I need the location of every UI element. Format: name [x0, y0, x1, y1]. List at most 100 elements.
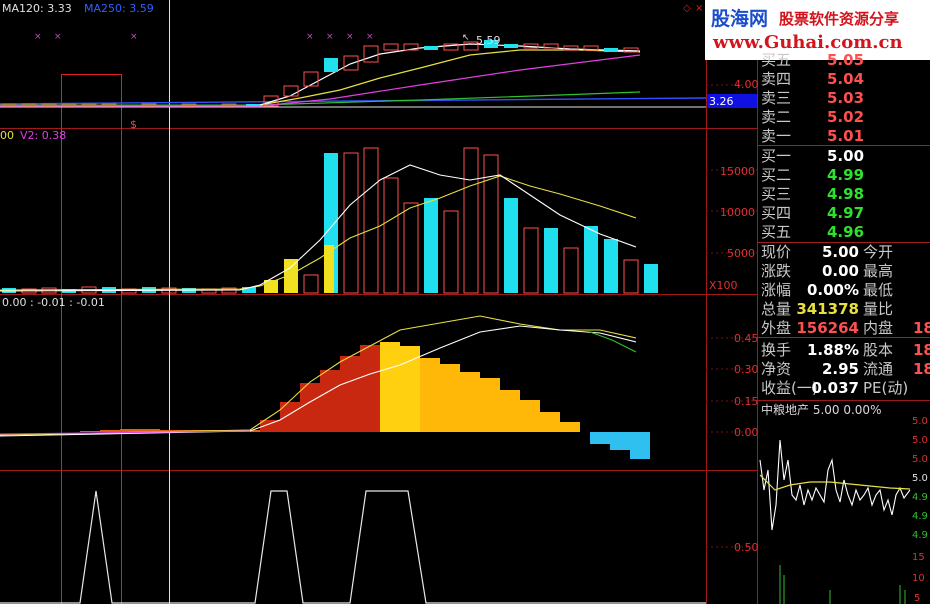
quote-value: 0.00% — [806, 281, 859, 299]
oscillator-bar — [520, 400, 540, 432]
oscillator-bar — [120, 429, 140, 432]
oscillator-panel: 0.00 : -0.01 : -0.01 0.45 0.30 0.15 0.00 — [0, 296, 759, 459]
quote-value: 5.00 — [821, 243, 859, 261]
vol-tick-3: 5000 — [727, 247, 755, 260]
oscillator-bar — [400, 346, 420, 432]
signal-tick-1: 0.50 — [734, 541, 759, 554]
mini-chart-title: 中粮地产 5.00 0.00% — [761, 403, 882, 417]
volume-bar — [563, 247, 579, 294]
volume-bar — [584, 226, 598, 293]
buy-order-price: 4.99 — [827, 166, 865, 184]
osc-tick-3: 0.15 — [734, 395, 759, 408]
buy-order-price: 5.00 — [827, 147, 865, 165]
sell-order-price: 5.04 — [827, 70, 865, 88]
candle — [363, 45, 379, 63]
oscillator-bar — [440, 364, 460, 432]
osc-tick-4: 0.00 — [734, 426, 759, 439]
sell-order-price: 5.02 — [827, 108, 865, 126]
buy-order-row[interactable]: 买二 4.99 — [757, 165, 930, 185]
vol-tick-2: 10000 — [720, 206, 755, 219]
quote-sidebar: 买五 5.05 卖四 5.04 卖三 5.03 卖二 5.02 卖一 5.01 买一 5.00 买二 4… — [757, 48, 930, 604]
oscillator-bar — [560, 422, 580, 432]
oscillator-bar — [540, 412, 560, 432]
candle — [383, 43, 399, 51]
current-price-tag-text: 3.26 — [709, 95, 734, 108]
sell-order-price: 5.03 — [827, 89, 865, 107]
oscillator-bar-negative — [610, 432, 630, 450]
sell-order-row[interactable]: 卖二 5.02 — [757, 107, 930, 127]
sell-order-price: 5.05 — [827, 51, 865, 69]
ma120-legend: MA120: 3.33 — [2, 2, 72, 15]
quote-value: 156264 — [796, 319, 859, 337]
buy-order-row[interactable]: 买五 4.96 — [757, 222, 930, 242]
candle — [343, 55, 359, 71]
oscillator-bar — [320, 370, 340, 432]
buy-order-price: 4.97 — [827, 204, 865, 222]
quote-row: 换手 1.88% 股本 18 — [757, 340, 930, 360]
svg-text:×: × — [346, 32, 354, 42]
oscillator-bar — [420, 358, 440, 432]
brand-title: 股海网 — [711, 8, 769, 30]
volume-bar — [504, 198, 518, 293]
volume-bar — [523, 227, 539, 294]
sell-order-row[interactable]: 卖四 5.04 — [757, 69, 930, 89]
svg-text:$: $ — [130, 118, 137, 131]
quote-row: 外盘 156264 内盘 18 — [757, 318, 930, 338]
volume-bar — [604, 239, 618, 293]
quote-label: 现价 — [761, 243, 792, 261]
quote-label-2: 最高 — [863, 262, 894, 280]
buy-order-row[interactable]: 买一 5.00 — [757, 146, 930, 166]
oscillator-bar — [80, 431, 100, 432]
quote-row: 涨幅 0.00% 最低 — [757, 280, 930, 300]
buy-order-row[interactable]: 买三 4.98 — [757, 184, 930, 204]
diamond-icon[interactable]: ◇ — [683, 3, 691, 14]
oscillator-bar — [500, 390, 520, 432]
buy-order-price: 4.98 — [827, 185, 865, 203]
oscillator-bar — [480, 378, 500, 432]
oscillator-bar-negative — [630, 432, 650, 459]
quote-value: 341378 — [796, 300, 859, 318]
quote-row: 现价 5.00 今开 — [757, 242, 930, 262]
quote-label: 净资 — [761, 360, 792, 378]
svg-text:×: × — [366, 32, 374, 42]
buy-order-row[interactable]: 买四 4.97 — [757, 203, 930, 223]
svg-text:×: × — [54, 32, 62, 42]
quote-label: 涨幅 — [761, 281, 792, 299]
volume-bar — [303, 274, 319, 294]
quote-value-2: 18 — [913, 341, 930, 359]
volume-bar — [403, 202, 419, 294]
sell-order-row[interactable]: 卖三 5.03 — [757, 88, 930, 108]
osc-tick-1: 0.45 — [734, 332, 759, 345]
volume-bar — [644, 264, 658, 293]
volume-bar — [463, 147, 479, 294]
ma250-legend: MA250: 3.59 — [84, 2, 154, 15]
sell-order-row[interactable]: 卖一 5.01 — [757, 126, 930, 146]
peak-price-label: 5.59 — [476, 34, 501, 47]
volume-bar — [424, 198, 438, 293]
candle — [504, 44, 518, 48]
oscillator-bar — [100, 430, 120, 432]
quote-label-2: PE(动) — [863, 379, 909, 397]
vol-tick-1: 15000 — [720, 165, 755, 178]
oscillator-bar — [340, 356, 360, 432]
candle — [303, 71, 319, 87]
oscillator-bar — [300, 383, 320, 432]
quote-label-2: 流通 — [863, 360, 894, 378]
sell-order-label: 卖一 — [761, 127, 792, 145]
buy-order-price: 4.96 — [827, 223, 865, 241]
brand-subtitle: 股票软件资源分享 — [779, 10, 900, 28]
candle — [604, 48, 618, 52]
volume-bar — [544, 228, 558, 293]
sell-order-label: 卖二 — [761, 108, 792, 126]
sell-order-row[interactable]: 买五 5.05 — [757, 50, 930, 70]
candle — [246, 104, 260, 106]
quote-value-2: 18 — [913, 360, 930, 378]
candle — [324, 58, 338, 72]
quote-value: 2.95 — [821, 360, 859, 378]
oscillator-bar — [380, 342, 400, 432]
close-icon[interactable]: × — [695, 3, 703, 14]
buy-order-label: 买三 — [761, 185, 792, 203]
quote-label-2: 今开 — [863, 243, 894, 261]
quote-value: 1.88% — [806, 341, 859, 359]
volume-bar — [343, 152, 359, 294]
